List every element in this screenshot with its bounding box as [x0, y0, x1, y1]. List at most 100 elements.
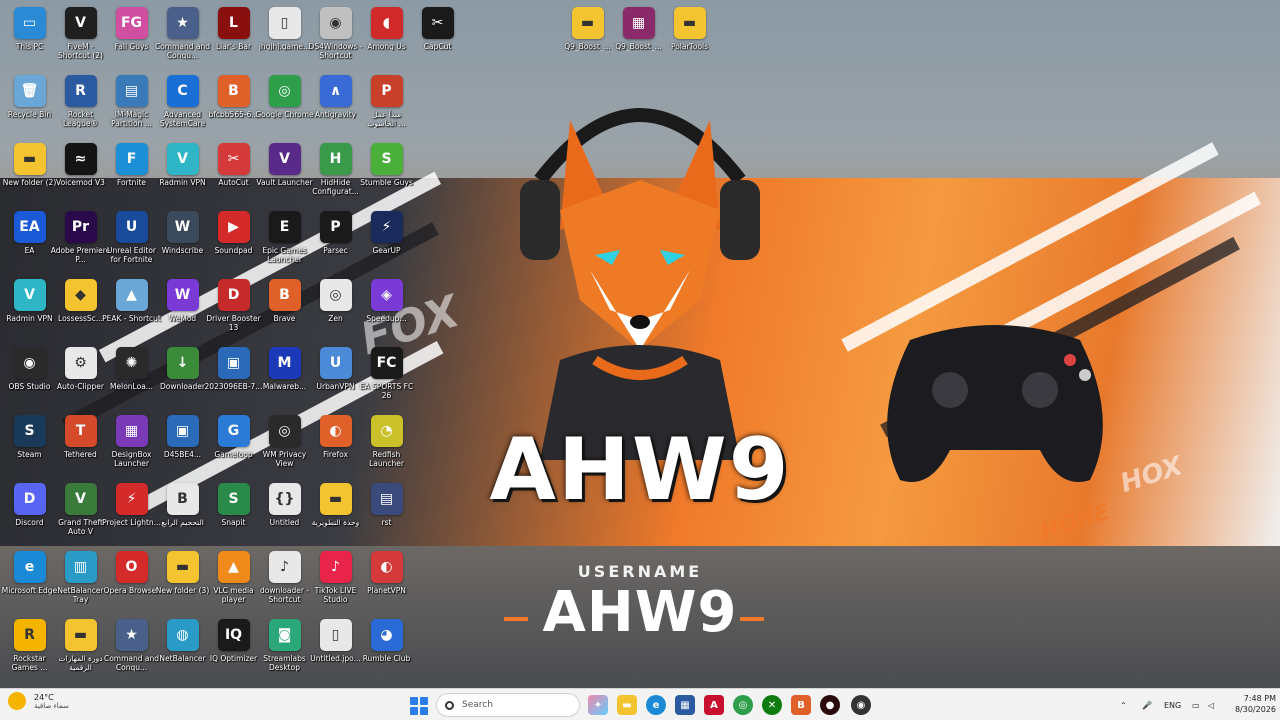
- desktop-icon[interactable]: ✂ AutoCut: [208, 140, 259, 206]
- desktop-icon[interactable]: ◍ NetBalancer: [157, 616, 208, 682]
- copilot-icon[interactable]: ✦: [588, 695, 608, 715]
- desktop-icon[interactable]: ✺ MelonLoa...: [106, 344, 157, 410]
- desktop-icon[interactable]: S Steam: [4, 412, 55, 478]
- desktop-icon[interactable]: ◉ OBS Studio: [4, 344, 55, 410]
- desktop-icon[interactable]: V Radmin VPN: [4, 276, 55, 342]
- desktop-icon[interactable]: R Rocket League®: [55, 72, 106, 138]
- desktop-icon[interactable]: B Brave: [259, 276, 310, 342]
- desktop-icon[interactable]: ★ Command and Conqu...: [155, 4, 210, 70]
- desktop-icon[interactable]: V FiveM - Shortcut (2): [55, 4, 106, 70]
- media-app-icon[interactable]: ●: [820, 695, 840, 715]
- desktop-icon[interactable]: ▣ 2023096EB-7...: [205, 344, 262, 410]
- desktop-icon[interactable]: ▬ PolarTools: [664, 4, 715, 70]
- desktop-icon[interactable]: R Rockstar Games ...: [4, 616, 55, 682]
- desktop-icon[interactable]: V Grand Theft Auto V: [55, 480, 106, 546]
- desktop-icon[interactable]: ⚡ Project Lightn...: [102, 480, 161, 546]
- desktop-icon[interactable]: ◎ Google Chrome: [255, 72, 314, 138]
- desktop-icon[interactable]: Pr Adobe Premiere P...: [51, 208, 110, 274]
- desktop-icon[interactable]: 🗑 Recycle Bin: [4, 72, 55, 138]
- desktop-icon[interactable]: IQ IQ Optimizer: [208, 616, 259, 682]
- desktop-icon[interactable]: B التحجيم الرابع: [157, 480, 208, 546]
- desktop-icon[interactable]: O Opera Browser: [104, 548, 159, 614]
- language-indicator[interactable]: ENG: [1164, 689, 1181, 720]
- desktop-icon[interactable]: P Parsec: [310, 208, 361, 274]
- desktop-icon[interactable]: G Gameloop: [208, 412, 259, 478]
- edge-taskbar-icon[interactable]: e: [646, 695, 666, 715]
- desktop-icon[interactable]: ▬ دورة المهارات الرقمية: [55, 616, 106, 682]
- desktop-icon[interactable]: ▬ وحدة التطويرية: [310, 480, 361, 546]
- network-icon[interactable]: ▭: [1192, 689, 1200, 720]
- desktop-icon[interactable]: ▤ IM-Magic Partition ...: [106, 72, 157, 138]
- desktop-icon[interactable]: {} Untitled: [259, 480, 310, 546]
- desktop-icon[interactable]: M Malwareb...: [259, 344, 310, 410]
- desktop-icon[interactable]: H HidHide Configurat...: [310, 140, 361, 206]
- file-explorer-icon[interactable]: ▬: [617, 695, 637, 715]
- desktop-icon[interactable]: ◆ LossessSc...: [55, 276, 106, 342]
- desktop-icon[interactable]: U Unreal Editor for Fortnite: [106, 208, 157, 274]
- desktop-icon[interactable]: S Stumble Guys: [360, 140, 413, 206]
- start-button[interactable]: [410, 697, 428, 715]
- desktop-icon[interactable]: ▦ Q9_Boost_...: [613, 4, 664, 70]
- show-hidden-icons[interactable]: ⌃: [1120, 689, 1127, 720]
- brave-taskbar-icon[interactable]: B: [791, 695, 811, 715]
- desktop-icon[interactable]: ◈ Speedup...: [361, 276, 412, 342]
- desktop-icon[interactable]: EA EA: [4, 208, 55, 274]
- desktop-icon[interactable]: W Windscribe: [157, 208, 208, 274]
- desktop-icon[interactable]: V Vault Launcher: [256, 140, 313, 206]
- microphone-icon[interactable]: 🎤: [1142, 689, 1152, 720]
- desktop-icon[interactable]: ▬ Q9_Boost_...: [562, 4, 613, 70]
- desktop-icon[interactable]: ♪ downloader - Shortcut: [259, 548, 310, 614]
- weather-widget[interactable]: 24°C سماء صافية: [8, 692, 69, 710]
- chrome-taskbar-icon[interactable]: ◎: [733, 695, 753, 715]
- desktop-icon[interactable]: E Epic Games Launcher: [259, 208, 310, 274]
- desktop-icon[interactable]: S Snapit: [208, 480, 259, 546]
- desktop-icon[interactable]: ▯ Untitled.jpo...: [310, 616, 361, 682]
- desktop-icon[interactable]: ◖ Among Us: [361, 4, 412, 70]
- desktop-icon[interactable]: ♪ TikTok LIVE Studio: [310, 548, 361, 614]
- desktop-icon[interactable]: V Radmin VPN: [157, 140, 208, 206]
- desktop-icon[interactable]: U UrbanVPN: [310, 344, 361, 410]
- desktop-icon[interactable]: ▥ NetBalancer Tray: [55, 548, 106, 614]
- desktop-icon[interactable]: P مبدأ عمل الحاسوب ...: [361, 72, 412, 138]
- desktop-icon[interactable]: ◎ Zen: [310, 276, 361, 342]
- desktop-icon[interactable]: ∧ Antigravity: [310, 72, 361, 138]
- desktop-icon[interactable]: ≈ Voicemod V3: [55, 140, 106, 206]
- desktop-icon[interactable]: ⚡ GearUP: [361, 208, 412, 274]
- desktop-icon[interactable]: T Tethered: [55, 412, 106, 478]
- desktop-icon[interactable]: D Driver Booster 13: [206, 276, 261, 342]
- desktop-icon[interactable]: e Microsoft Edge: [2, 548, 57, 614]
- desktop-icon[interactable]: L Liar's Bar: [208, 4, 259, 70]
- desktop-icon[interactable]: Bbfcbb565-6...: [208, 72, 259, 138]
- xbox-icon[interactable]: ✕: [762, 695, 782, 715]
- clock[interactable]: 7:48 PM 8/30/2026: [1222, 693, 1276, 715]
- desktop-icon[interactable]: ↓ Downloader: [157, 344, 208, 410]
- desktop-icon[interactable]: W WeMod: [157, 276, 208, 342]
- desktop-icon[interactable]: ▲ PEAK - Shortcut: [102, 276, 161, 342]
- desktop-icon[interactable]: ▦ DesignBox Launcher: [106, 412, 157, 478]
- desktop-icon[interactable]: ▯ jhgjhj.game...: [259, 4, 310, 70]
- desktop-icon[interactable]: ▲ VLC media player: [208, 548, 259, 614]
- desktop-icon[interactable]: ▤ rst: [361, 480, 412, 546]
- store-icon[interactable]: ▦: [675, 695, 695, 715]
- desktop-icon[interactable]: ✂ CapCut: [412, 4, 463, 70]
- desktop-icon[interactable]: D Discord: [4, 480, 55, 546]
- desktop-icon[interactable]: ▬ New folder (3): [156, 548, 209, 614]
- desktop-icon[interactable]: FC EA SPORTS FC 26: [360, 344, 413, 410]
- desktop-icon[interactable]: ▣ D45BE4...: [157, 412, 208, 478]
- desktop-icon[interactable]: ◔ Redfish Launcher: [361, 412, 412, 478]
- desktop-icon[interactable]: ◉ DS4Windows - Shortcut: [309, 4, 362, 70]
- desktop-icon[interactable]: ◐ PlanetVPN: [361, 548, 412, 614]
- desktop-icon[interactable]: ◙ Streamlabs Desktop: [259, 616, 310, 682]
- desktop-icon[interactable]: ◕ Rumble Club: [361, 616, 412, 682]
- desktop-icon[interactable]: FG Fall Guys: [106, 4, 157, 70]
- active-app-icon[interactable]: ◉: [851, 695, 871, 715]
- desktop-icon[interactable]: ◎ WM Privacy View: [259, 412, 310, 478]
- desktop-icon[interactable]: ▭ This PC: [4, 4, 55, 70]
- desktop-icon[interactable]: ▬ New folder (2): [3, 140, 56, 206]
- adobe-icon[interactable]: A: [704, 695, 724, 715]
- desktop-icon[interactable]: C Advanced SystemCare: [157, 72, 208, 138]
- volume-icon[interactable]: ◁: [1208, 689, 1214, 720]
- desktop-icon[interactable]: ▶ Soundpad: [208, 208, 259, 274]
- search-box[interactable]: Search: [436, 693, 580, 717]
- desktop-icon[interactable]: ◐ Firefox: [310, 412, 361, 478]
